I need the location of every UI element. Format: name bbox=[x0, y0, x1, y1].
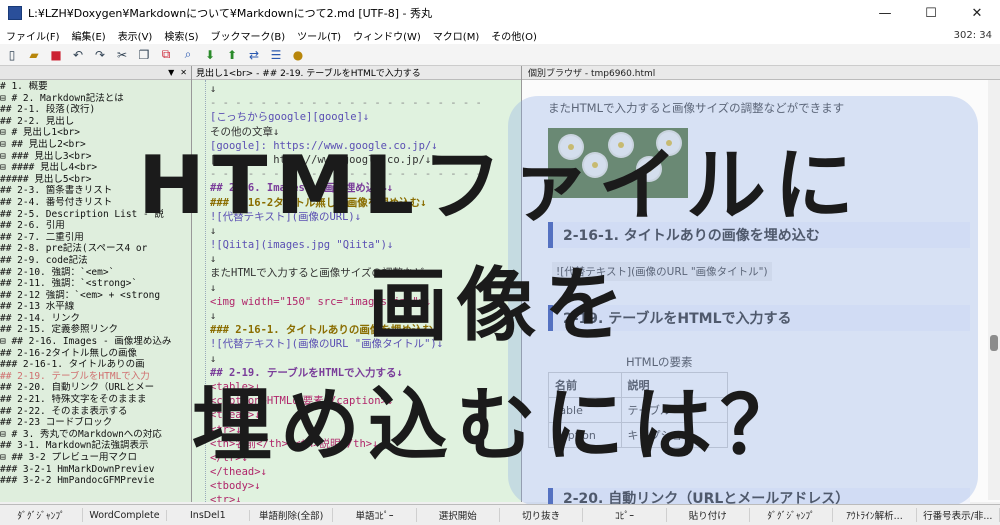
search-down-icon[interactable]: ⬇ bbox=[202, 47, 218, 63]
function-key-button[interactable]: InsDel1 bbox=[167, 509, 250, 521]
menu-window[interactable]: ウィンドウ(W) bbox=[347, 28, 427, 43]
editor-line[interactable]: ## 2-19. テーブルをHTMLで入力する↓ bbox=[210, 366, 521, 380]
title-bar: L:¥LZH¥Doxygen¥Markdownについて¥Markdownにつて2… bbox=[0, 0, 1000, 26]
function-key-button[interactable]: WordComplete bbox=[83, 509, 167, 521]
editor-line[interactable]: ↓ bbox=[210, 82, 521, 96]
undo-icon[interactable]: ↶ bbox=[70, 47, 86, 63]
outline-item[interactable]: ### 3-2-2 HmPandocGFMPrevie bbox=[0, 475, 191, 487]
function-key-button[interactable]: ﾀﾞｸﾞｼﾞｬﾝﾌﾟ bbox=[0, 508, 84, 522]
save-icon[interactable]: ■ bbox=[48, 47, 64, 63]
toolbar: ▯ ▰ ■ ↶ ↷ ✂ ❐ ⧉ ⌕ ⬇ ⬆ ⇄ ☰ ● bbox=[0, 44, 1000, 66]
outline-item[interactable]: ## 2-2. 見出し bbox=[0, 116, 191, 128]
overlay-title-line1: HTMLファイルに bbox=[137, 139, 863, 232]
hidemaru-app-icon[interactable] bbox=[8, 6, 22, 20]
menu-edit[interactable]: 編集(E) bbox=[66, 28, 112, 43]
outline-item[interactable]: ## 2-8. pre記法(スペース4 or bbox=[0, 243, 191, 255]
menu-view[interactable]: 表示(V) bbox=[112, 28, 159, 43]
editor-tab[interactable]: 見出し1<br> - ## 2-19. テーブルをHTMLで入力する bbox=[192, 66, 521, 80]
menu-other[interactable]: その他(O) bbox=[485, 28, 543, 43]
redo-icon[interactable]: ↷ bbox=[92, 47, 108, 63]
outline-item[interactable]: ### 2-16-1. タイトルありの画 bbox=[0, 359, 191, 371]
function-key-button[interactable]: 選択開始 bbox=[417, 508, 500, 522]
function-key-button[interactable]: ｱｳﾄﾗｲﾝ解析... bbox=[833, 508, 917, 522]
editor-line[interactable]: <tr>↓ bbox=[210, 493, 521, 502]
menu-bookmark[interactable]: ブックマーク(B) bbox=[205, 28, 292, 43]
function-key-button[interactable]: ｺﾋﾟｰ bbox=[583, 508, 667, 522]
outline-item[interactable]: ⊟ # 見出し1<br> bbox=[0, 127, 191, 139]
close-button[interactable]: ✕ bbox=[954, 0, 1000, 26]
editor-line[interactable]: ↓ bbox=[210, 352, 521, 366]
close-icon[interactable]: ✕ bbox=[180, 68, 187, 77]
overlay-title-line2: 画像を bbox=[368, 259, 632, 352]
function-key-button[interactable]: 単語ｺﾋﾟｰ bbox=[333, 508, 417, 522]
function-key-button[interactable]: ﾀﾞｸﾞｼﾞｬﾝﾌﾟ bbox=[750, 508, 834, 522]
dropdown-icon[interactable]: ▼ bbox=[168, 68, 174, 77]
editor-line[interactable]: その他の文章↓ bbox=[210, 125, 521, 139]
menu-tools[interactable]: ツール(T) bbox=[291, 28, 347, 43]
minimize-button[interactable]: — bbox=[862, 0, 908, 26]
copy-icon[interactable]: ❐ bbox=[136, 47, 152, 63]
function-key-button[interactable]: 行番号表示/非... bbox=[917, 508, 1000, 522]
split-window-icon[interactable]: ☰ bbox=[268, 47, 284, 63]
paste-icon[interactable]: ⧉ bbox=[158, 47, 174, 63]
overlay-title-line3: 埋め込むには？ bbox=[192, 379, 808, 472]
editor-line[interactable]: <tbody>↓ bbox=[210, 479, 521, 493]
open-folder-icon[interactable]: ▰ bbox=[26, 47, 42, 63]
editor-line[interactable]: [こっちからgoogle][google]↓ bbox=[210, 110, 521, 124]
outline-header: ▼ ✕ bbox=[0, 66, 191, 80]
maximize-button[interactable]: ☐ bbox=[908, 0, 954, 26]
search-icon[interactable]: ⌕ bbox=[180, 47, 196, 63]
menu-macro[interactable]: マクロ(M) bbox=[427, 28, 485, 43]
function-key-bar: ﾀﾞｸﾞｼﾞｬﾝﾌﾟ WordComplete InsDel1 単語削除(全部) 単語ｺ… bbox=[0, 504, 1000, 525]
search-up-icon[interactable]: ⬆ bbox=[224, 47, 240, 63]
preview-tab[interactable]: 個別ブラウザ - tmp6960.html bbox=[522, 66, 1000, 80]
menu-bar: ファイル(F) 編集(E) 表示(V) 検索(S) ブックマーク(B) ツール(… bbox=[0, 26, 1000, 44]
outline-item[interactable]: ## 2-1. 段落(改行) bbox=[0, 104, 191, 116]
menu-file[interactable]: ファイル(F) bbox=[0, 28, 66, 43]
cut-icon[interactable]: ✂ bbox=[114, 47, 130, 63]
outline-item[interactable]: ## 2-7. 二重引用 bbox=[0, 232, 191, 244]
new-file-icon[interactable]: ▯ bbox=[4, 47, 20, 63]
editor-line[interactable]: - - - - - - - - - - - - - - - - - - - - … bbox=[210, 96, 521, 110]
editor-line[interactable]: ![Qiita](images.jpg "Qiita")↓ bbox=[210, 238, 521, 252]
cursor-position: 302: 34 bbox=[953, 29, 992, 41]
menu-search[interactable]: 検索(S) bbox=[158, 28, 204, 43]
outline-item[interactable]: # 1. 概要 bbox=[0, 81, 191, 93]
macro-icon[interactable]: ● bbox=[290, 47, 306, 63]
outline-item[interactable]: ⊟ # 2. Markdown記法とは bbox=[0, 93, 191, 105]
replace-icon[interactable]: ⇄ bbox=[246, 47, 262, 63]
function-key-button[interactable]: 貼り付け bbox=[667, 508, 750, 522]
function-key-button[interactable]: 単語削除(全部) bbox=[250, 508, 334, 522]
function-key-button[interactable]: 切り抜き bbox=[500, 508, 584, 522]
window-title: L:¥LZH¥Doxygen¥Markdownについて¥Markdownにつて2… bbox=[28, 7, 432, 20]
